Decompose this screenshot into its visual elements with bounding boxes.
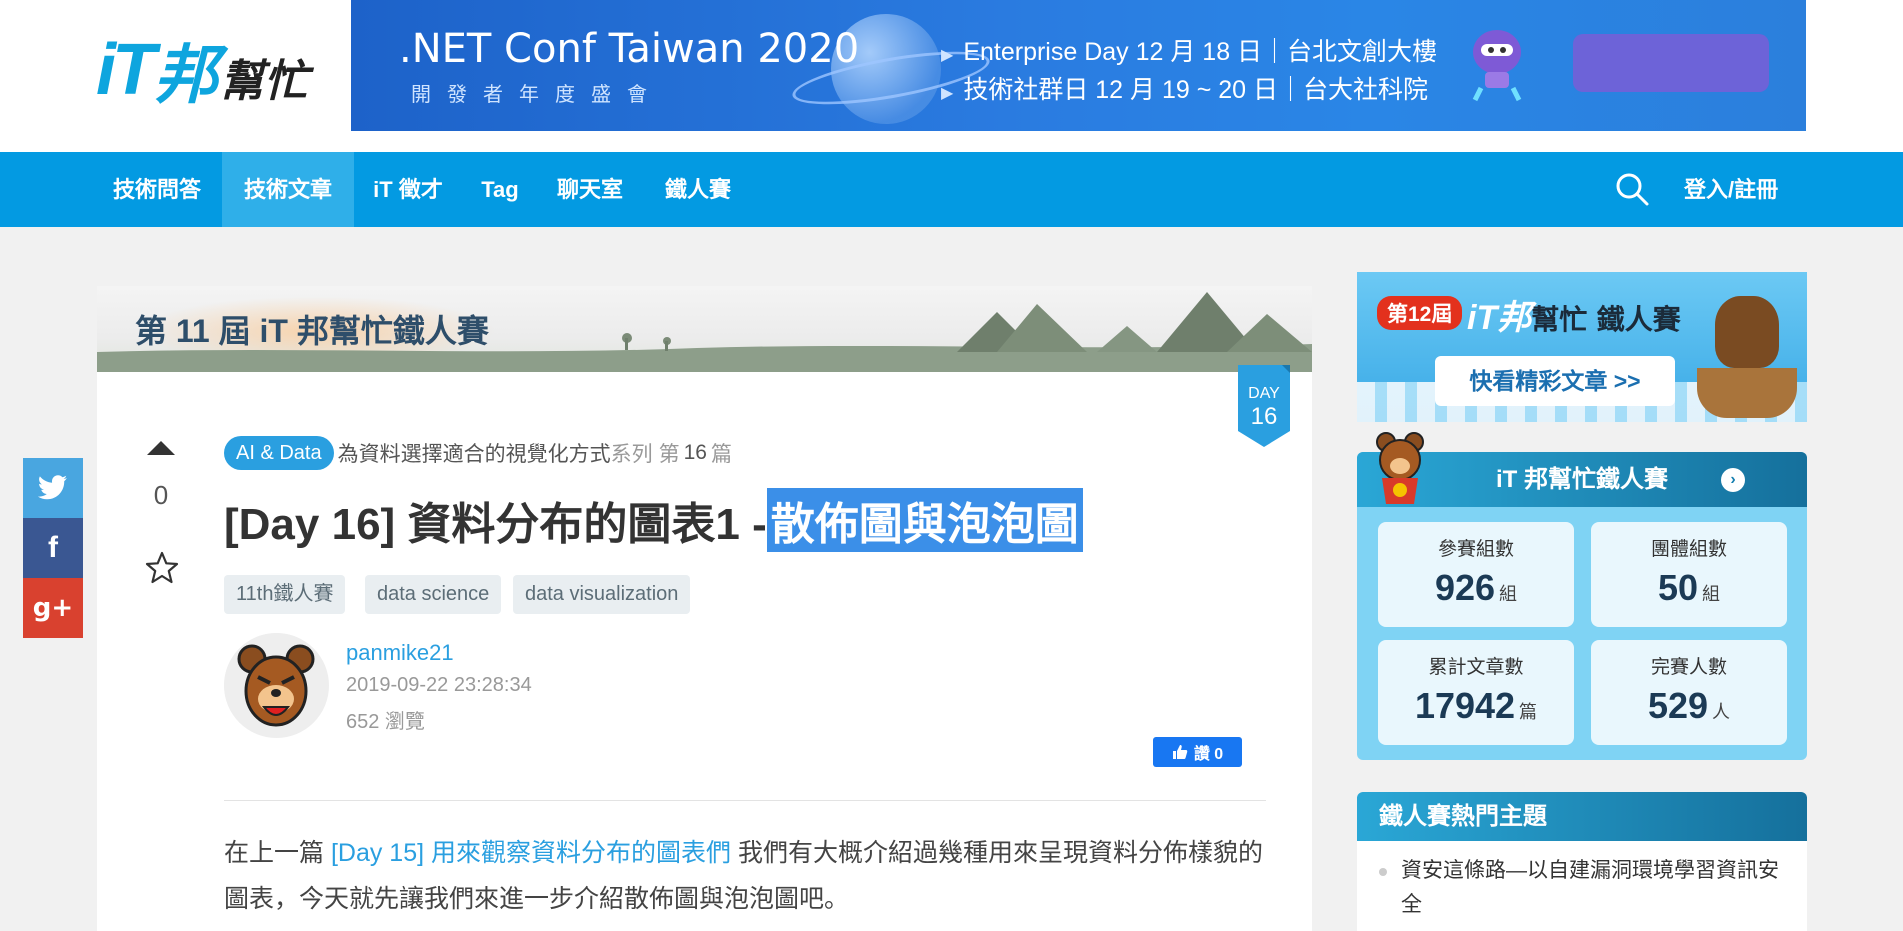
bear-mascot-icon [1376, 432, 1424, 504]
bullet-icon [1379, 868, 1387, 876]
hot-topic-item[interactable]: 資安這條路—以自建漏洞環境學習資訊安全 [1379, 854, 1789, 922]
nav-item-articles[interactable]: 技術文章 [222, 152, 354, 227]
category-tag[interactable]: AI & Data [224, 436, 334, 470]
body-prefix: 在上一篇 [224, 839, 331, 867]
tag-data-science[interactable]: data science [365, 575, 502, 614]
series-info: AI & Data 為資料選擇適合的視覺化方式 系列 第 16 篇 [224, 436, 732, 470]
top-header: iT 邦 幫忙 .NET Conf Taiwan 2020 開發者年度盛會 ▶ E… [0, 0, 1903, 152]
play-icon: ▶ [941, 85, 954, 102]
stat-value: 529 人 [1591, 685, 1787, 727]
boat-graphic [1697, 368, 1797, 418]
series-number: 16 [683, 441, 707, 464]
facebook-like-button[interactable]: 讚 0 [1153, 737, 1242, 767]
nav-item-ironman[interactable]: 鐵人賽 [650, 152, 746, 227]
thumbs-up-icon [1172, 745, 1188, 759]
bear-mascot-graphic [1715, 296, 1779, 368]
twitter-icon [38, 475, 67, 500]
bear-avatar-icon [224, 633, 328, 737]
stat-value: 17942 篇 [1378, 685, 1574, 727]
stat-number: 17942 [1414, 685, 1516, 726]
series-prefix: 第 [658, 443, 680, 466]
hot-topics-box: 鐵人賽熱門主題 資安這條路—以自建漏洞環境學習資訊安全 [1357, 792, 1807, 931]
googleplus-share-button[interactable]: g+ [23, 578, 83, 638]
stat-unit: 組 [1702, 584, 1721, 604]
main-nav: 技術問答 技術文章 iT 徵才 Tag 聊天室 鐵人賽 登入/註冊 [0, 152, 1903, 227]
stat-number: 50 [1657, 567, 1699, 608]
vote-count: 0 [153, 480, 169, 510]
hot-topics-title: 鐵人賽熱門主題 [1357, 792, 1807, 841]
top-banner-ad[interactable]: .NET Conf Taiwan 2020 開發者年度盛會 ▶ Enterpris… [351, 0, 1806, 131]
tag-11th-ironman[interactable]: 11th鐵人賽 [224, 575, 346, 614]
article-title-main: [Day 16] 資料分布的圖表1 - [224, 500, 767, 549]
nav-item-tag[interactable]: Tag [466, 152, 534, 227]
logo-bang: 邦 [153, 39, 218, 111]
series-suffix: 篇 [710, 443, 732, 466]
article-title: [Day 16] 資料分布的圖表1 - 散佈圖與泡泡圖 [224, 488, 1083, 552]
ad-brand-it: iT邦 [1467, 299, 1532, 337]
previous-article-link[interactable]: [Day 15] 用來觀察資料分布的圖表們 [331, 839, 731, 867]
view-count: 652 瀏覽 [346, 711, 425, 733]
googleplus-icon: g+ [32, 593, 74, 623]
hot-topic-label: 資安這條路—以自建漏洞環境學習資訊安全 [1401, 859, 1779, 916]
banner-line-2: ▶ 技術社群日 12 月 19 ~ 20 日｜台大社科院 [941, 70, 1428, 106]
stat-label: 完賽人數 [1650, 657, 1727, 678]
ironman-banner: 第 11 屆 iT 邦幫忙鐵人賽 [97, 286, 1312, 372]
facebook-icon: f [48, 531, 58, 564]
author-name-link[interactable]: panmike21 [346, 640, 454, 666]
stat-unit: 篇 [1519, 702, 1538, 722]
stat-value: 50 組 [1591, 567, 1787, 609]
nav-item-qa[interactable]: 技術問答 [96, 152, 218, 227]
banner-action-button[interactable] [1573, 34, 1769, 92]
stat-label: 團體組數 [1650, 539, 1727, 560]
day-badge [1238, 365, 1290, 447]
nav-item-jobs[interactable]: iT 徵才 [358, 152, 458, 227]
bookmark-star-icon[interactable] [145, 551, 179, 585]
stat-unit: 組 [1499, 584, 1518, 604]
stat-total-articles: 累計文章數 17942 篇 [1378, 640, 1574, 745]
banner-subtitle: 開發者年度盛會 [411, 84, 663, 106]
stat-team-groups: 團體組數 50 組 [1591, 522, 1787, 627]
ad-brand: iT邦幫忙 鐵人賽 [1467, 290, 1681, 339]
chevron-right-icon[interactable]: › [1721, 468, 1745, 492]
article-divider [224, 800, 1266, 801]
stat-unit: 人 [1712, 702, 1731, 722]
stat-label: 累計文章數 [1428, 657, 1524, 678]
ironman-banner-title: 第 11 屆 iT 邦幫忙鐵人賽 [135, 313, 489, 349]
banner-line-2-text: 技術社群日 12 月 19 ~ 20 日｜台大社科院 [963, 76, 1429, 104]
stat-number: 529 [1647, 685, 1709, 726]
stat-finishers: 完賽人數 529 人 [1591, 640, 1787, 745]
search-icon[interactable] [1614, 171, 1650, 207]
twitter-share-button[interactable] [23, 458, 83, 518]
ad-brand-bm: 幫忙 [1531, 304, 1588, 335]
author-avatar[interactable] [224, 633, 329, 738]
banner-line-1-text: Enterprise Day 12 月 18 日｜台北文創大樓 [963, 38, 1438, 66]
series-word: 系列 [610, 443, 653, 466]
nav-item-chat[interactable]: 聊天室 [544, 152, 636, 227]
banner-line-1: ▶ Enterprise Day 12 月 18 日｜台北文創大樓 [941, 32, 1437, 68]
stat-number: 926 [1434, 567, 1496, 608]
stat-participant-groups: 參賽組數 926 組 [1378, 522, 1574, 627]
login-register-link[interactable]: 登入/註冊 [1684, 152, 1778, 227]
play-icon: ▶ [941, 47, 954, 64]
series-name[interactable]: 為資料選擇適合的視覺化方式 [338, 438, 611, 468]
logo-bangmang: 幫忙 [219, 57, 308, 106]
logo-it: iT [96, 30, 156, 110]
like-count: 讚 0 [1193, 746, 1224, 763]
article-title-highlight: 散佈圖與泡泡圖 [766, 488, 1083, 552]
stat-label: 參賽組數 [1437, 539, 1514, 560]
article-body: 在上一篇 [Day 15] 用來觀察資料分布的圖表們 我們有大概介紹過幾種用來呈… [224, 830, 1269, 922]
site-logo[interactable]: iT 邦 幫忙 [96, 30, 308, 111]
ad-brand-ironman: 鐵人賽 [1596, 304, 1681, 335]
tag-data-visualization[interactable]: data visualization [513, 575, 691, 614]
stat-value: 926 組 [1378, 567, 1574, 609]
sidebar-ironman-ad[interactable]: 第12屆 iT邦幫忙 鐵人賽 快看精彩文章 >> [1357, 272, 1807, 422]
robot-mascot-icon [1472, 30, 1522, 102]
facebook-share-button[interactable]: f [23, 518, 83, 578]
banner-title: .NET Conf Taiwan 2020 [399, 26, 860, 72]
ad-cta-button[interactable]: 快看精彩文章 >> [1435, 356, 1675, 406]
ad-badge: 第12屆 [1377, 296, 1463, 330]
upvote-icon[interactable] [147, 441, 175, 455]
publish-date: 2019-09-22 23:28:34 [346, 674, 532, 696]
